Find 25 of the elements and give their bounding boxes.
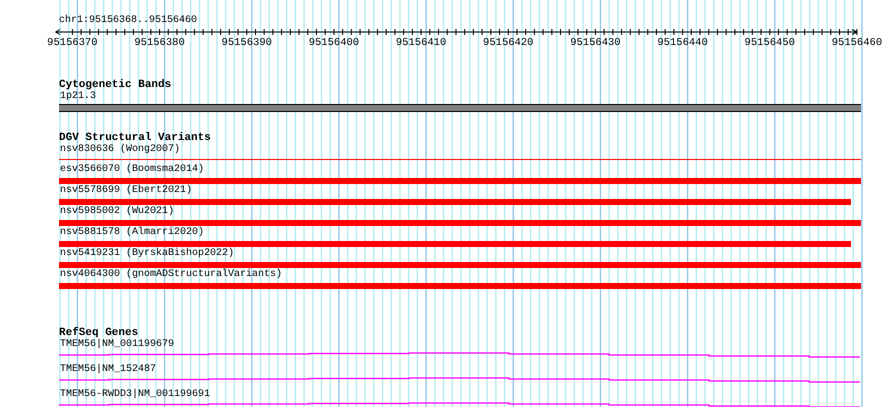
track-title: RefSeq Genes — [59, 327, 138, 339]
location-label: chr1:95156368..95156460 — [59, 15, 198, 27]
variant-label: nsv4064300 (gnomADStructuralVariants) — [59, 269, 284, 282]
tick-label: 95156410 — [396, 37, 446, 49]
variant-label: nsv5881578 (Almarri2020) — [59, 227, 206, 240]
variant-label: nsv5419231 (ByrskaBishop2022) — [59, 248, 236, 261]
tick-label: 95156430 — [570, 37, 621, 49]
tick-label: 95156380 — [134, 37, 185, 49]
gene-label: TMEM56|NM_152487 — [59, 364, 158, 377]
tick-label: 95156440 — [657, 37, 708, 49]
variant-label: nsv830636 (Wong2007) — [59, 144, 182, 157]
track-title: DGV Structural Variants — [59, 132, 212, 144]
tick-label: 95156400 — [308, 37, 360, 49]
gene-label: TMEM56|NM_001199679 — [59, 339, 176, 352]
variant-label: nsv5985002 (Wu2021) — [59, 206, 176, 219]
gene-label: TMEM56-RWDD3|NM_001199691 — [59, 389, 212, 402]
tick-label: 95156460 — [832, 37, 882, 49]
variant-label: esv3566070 (Boomsma2014) — [59, 164, 206, 177]
tick-label: 95156450 — [744, 37, 795, 49]
track-title: Cytogenetic Bands — [59, 79, 172, 91]
band-label: 1p21.3 — [59, 91, 98, 103]
tick-label: 95156370 — [47, 37, 98, 49]
tick-label: 95156390 — [222, 37, 272, 49]
variant-label: nsv5578699 (Ebert2021) — [59, 185, 194, 198]
tick-label: 95156420 — [483, 37, 534, 49]
